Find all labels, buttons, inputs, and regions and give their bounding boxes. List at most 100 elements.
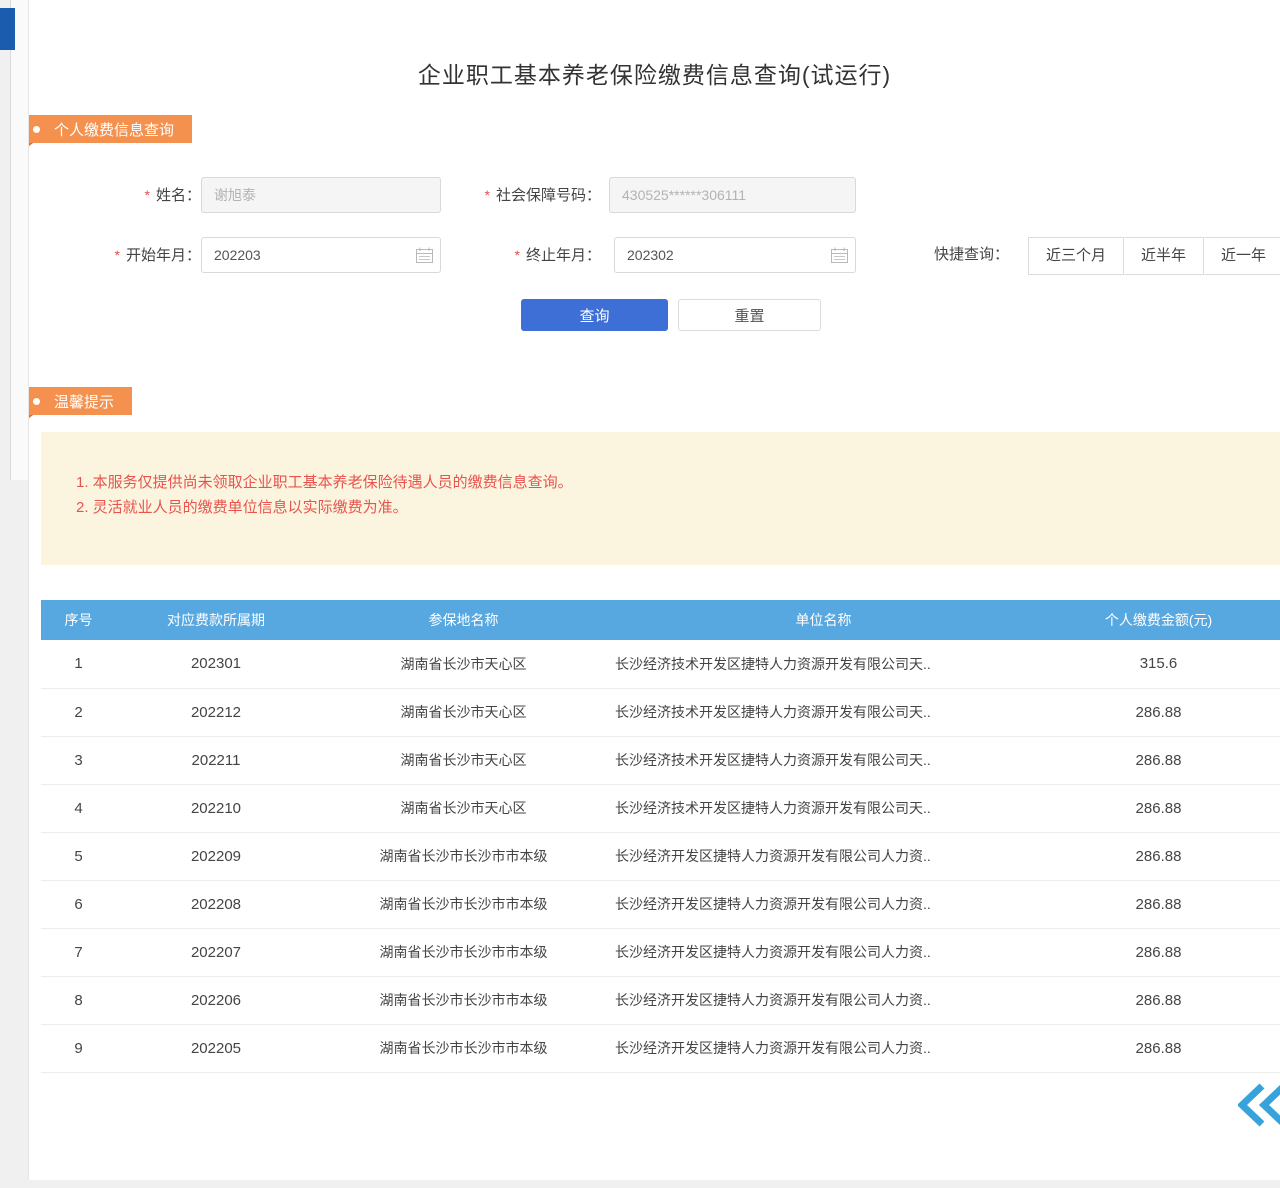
calendar-icon[interactable] <box>416 247 433 263</box>
table-row: 2 202212 湖南省长沙市天心区 长沙经济技术开发区捷特人力资源开发有限公司… <box>41 688 1280 736</box>
cell-period: 202206 <box>116 976 316 1024</box>
quick-query-group: 近三个月 近半年 近一年 <box>1029 237 1280 275</box>
table-row: 9 202205 湖南省长沙市长沙市市本级 长沙经济开发区捷特人力资源开发有限公… <box>41 1024 1280 1072</box>
section-badge-label: 个人缴费信息查询 <box>54 119 174 140</box>
start-month-label-text: 开始年月： <box>126 247 201 264</box>
cell-place: 湖南省长沙市天心区 <box>316 736 611 784</box>
cell-amount: 286.88 <box>1036 688 1280 736</box>
cell-place: 湖南省长沙市天心区 <box>316 688 611 736</box>
start-month-label: * 开始年月： <box>91 237 201 274</box>
name-field[interactable] <box>201 177 441 213</box>
payment-records-table: 序号 对应费款所属期 参保地名称 单位名称 个人缴费金额(元) 1 202301… <box>41 600 1280 1073</box>
table-row: 1 202301 湖南省长沙市天心区 长沙经济技术开发区捷特人力资源开发有限公司… <box>41 640 1280 688</box>
section-badge-personal-payment-query: 个人缴费信息查询 <box>28 115 192 143</box>
cell-period: 202205 <box>116 1024 316 1072</box>
cell-place: 湖南省长沙市天心区 <box>316 640 611 688</box>
cell-amount: 286.88 <box>1036 880 1280 928</box>
cell-period: 202207 <box>116 928 316 976</box>
name-label: * 姓名： <box>121 177 201 214</box>
name-label-text: 姓名： <box>156 187 201 204</box>
main-panel: 企业职工基本养老保险缴费信息查询(试运行) 个人缴费信息查询 * 姓名： *社会保… <box>28 0 1280 1180</box>
cell-seq: 8 <box>41 976 116 1024</box>
reset-button[interactable]: 重置 <box>678 299 821 331</box>
table-row: 4 202210 湖南省长沙市天心区 长沙经济技术开发区捷特人力资源开发有限公司… <box>41 784 1280 832</box>
cell-company: 长沙经济技术开发区捷特人力资源开发有限公司天.. <box>611 688 1036 736</box>
cell-company: 长沙经济技术开发区捷特人力资源开发有限公司天.. <box>611 784 1036 832</box>
end-month-field[interactable] <box>614 237 856 273</box>
end-month-label: * 终止年月： <box>496 237 601 274</box>
cell-amount: 286.88 <box>1036 1024 1280 1072</box>
col-header-seq: 序号 <box>41 600 116 640</box>
required-mark: * <box>145 187 150 203</box>
cell-company: 长沙经济开发区捷特人力资源开发有限公司人力资.. <box>611 976 1036 1024</box>
cell-amount: 286.88 <box>1036 976 1280 1024</box>
table-row: 6 202208 湖南省长沙市长沙市市本级 长沙经济开发区捷特人力资源开发有限公… <box>41 880 1280 928</box>
cell-place: 湖南省长沙市天心区 <box>316 784 611 832</box>
quick-btn-last-3-months[interactable]: 近三个月 <box>1028 237 1124 275</box>
cell-amount: 286.88 <box>1036 736 1280 784</box>
ssn-field-wrap <box>609 177 856 213</box>
quick-btn-last-year[interactable]: 近一年 <box>1203 237 1280 275</box>
cell-period: 202208 <box>116 880 316 928</box>
name-field-wrap <box>201 177 441 213</box>
cell-seq: 9 <box>41 1024 116 1072</box>
col-header-place: 参保地名称 <box>316 600 611 640</box>
bullet-dot-icon <box>33 398 40 405</box>
start-month-field[interactable] <box>201 237 441 273</box>
cell-seq: 6 <box>41 880 116 928</box>
cell-seq: 5 <box>41 832 116 880</box>
col-header-company: 单位名称 <box>611 600 1036 640</box>
cell-amount: 315.6 <box>1036 640 1280 688</box>
col-header-period: 对应费款所属期 <box>116 600 316 640</box>
cell-company: 长沙经济开发区捷特人力资源开发有限公司人力资.. <box>611 928 1036 976</box>
cell-period: 202210 <box>116 784 316 832</box>
calendar-icon[interactable] <box>831 247 848 263</box>
tips-line-2: 2. 灵活就业人员的缴费单位信息以实际缴费为准。 <box>76 495 1280 520</box>
cell-place: 湖南省长沙市长沙市市本级 <box>316 976 611 1024</box>
section-badge-tips: 温馨提示 <box>28 387 132 415</box>
table-body: 1 202301 湖南省长沙市天心区 长沙经济技术开发区捷特人力资源开发有限公司… <box>41 640 1280 1072</box>
ssn-field[interactable] <box>609 177 856 213</box>
query-button[interactable]: 查询 <box>521 299 668 331</box>
cell-company: 长沙经济开发区捷特人力资源开发有限公司人力资.. <box>611 880 1036 928</box>
cell-place: 湖南省长沙市长沙市市本级 <box>316 880 611 928</box>
form-row-2: * 开始年月： * 终止年月： 快捷查询： 近三个月 <box>29 237 1280 273</box>
cell-place: 湖南省长沙市长沙市市本级 <box>316 928 611 976</box>
cell-amount: 286.88 <box>1036 784 1280 832</box>
cell-seq: 1 <box>41 640 116 688</box>
cell-company: 长沙经济开发区捷特人力资源开发有限公司人力资.. <box>611 832 1036 880</box>
left-rail <box>0 0 28 1188</box>
cell-company: 长沙经济技术开发区捷特人力资源开发有限公司天.. <box>611 640 1036 688</box>
required-mark: * <box>485 187 490 203</box>
cell-amount: 286.88 <box>1036 832 1280 880</box>
cell-period: 202211 <box>116 736 316 784</box>
cell-amount: 286.88 <box>1036 928 1280 976</box>
required-mark: * <box>115 247 120 263</box>
end-month-field-wrap <box>614 237 856 273</box>
end-month-label-text: 终止年月： <box>526 247 601 264</box>
cell-place: 湖南省长沙市长沙市市本级 <box>316 1024 611 1072</box>
table-header: 序号 对应费款所属期 参保地名称 单位名称 个人缴费金额(元) <box>41 600 1280 640</box>
table-row: 8 202206 湖南省长沙市长沙市市本级 长沙经济开发区捷特人力资源开发有限公… <box>41 976 1280 1024</box>
cell-company: 长沙经济技术开发区捷特人力资源开发有限公司天.. <box>611 736 1036 784</box>
bullet-dot-icon <box>33 126 40 133</box>
section-badge-label: 温馨提示 <box>54 391 114 412</box>
quick-btn-last-half-year[interactable]: 近半年 <box>1123 237 1204 275</box>
cell-seq: 2 <box>41 688 116 736</box>
cell-seq: 3 <box>41 736 116 784</box>
double-left-chevron-icon[interactable] <box>1238 1082 1280 1128</box>
cell-company: 长沙经济开发区捷特人力资源开发有限公司人力资.. <box>611 1024 1036 1072</box>
required-mark: * <box>515 247 520 263</box>
table-row: 7 202207 湖南省长沙市长沙市市本级 长沙经济开发区捷特人力资源开发有限公… <box>41 928 1280 976</box>
page-title: 企业职工基本养老保险缴费信息查询(试运行) <box>29 56 1280 90</box>
cell-seq: 7 <box>41 928 116 976</box>
ssn-label: *社会保障号码： <box>461 177 601 214</box>
form-row-1: * 姓名： *社会保障号码： <box>29 177 1280 213</box>
tips-line-1: 1. 本服务仅提供尚未领取企业职工基本养老保险待遇人员的缴费信息查询。 <box>76 470 1280 495</box>
cell-period: 202212 <box>116 688 316 736</box>
sidebar-tab[interactable] <box>0 8 15 50</box>
quick-query-label: 快捷查询： <box>934 237 1019 273</box>
table-row: 3 202211 湖南省长沙市天心区 长沙经济技术开发区捷特人力资源开发有限公司… <box>41 736 1280 784</box>
cell-seq: 4 <box>41 784 116 832</box>
tips-notice-box: 1. 本服务仅提供尚未领取企业职工基本养老保险待遇人员的缴费信息查询。 2. 灵… <box>41 432 1280 565</box>
